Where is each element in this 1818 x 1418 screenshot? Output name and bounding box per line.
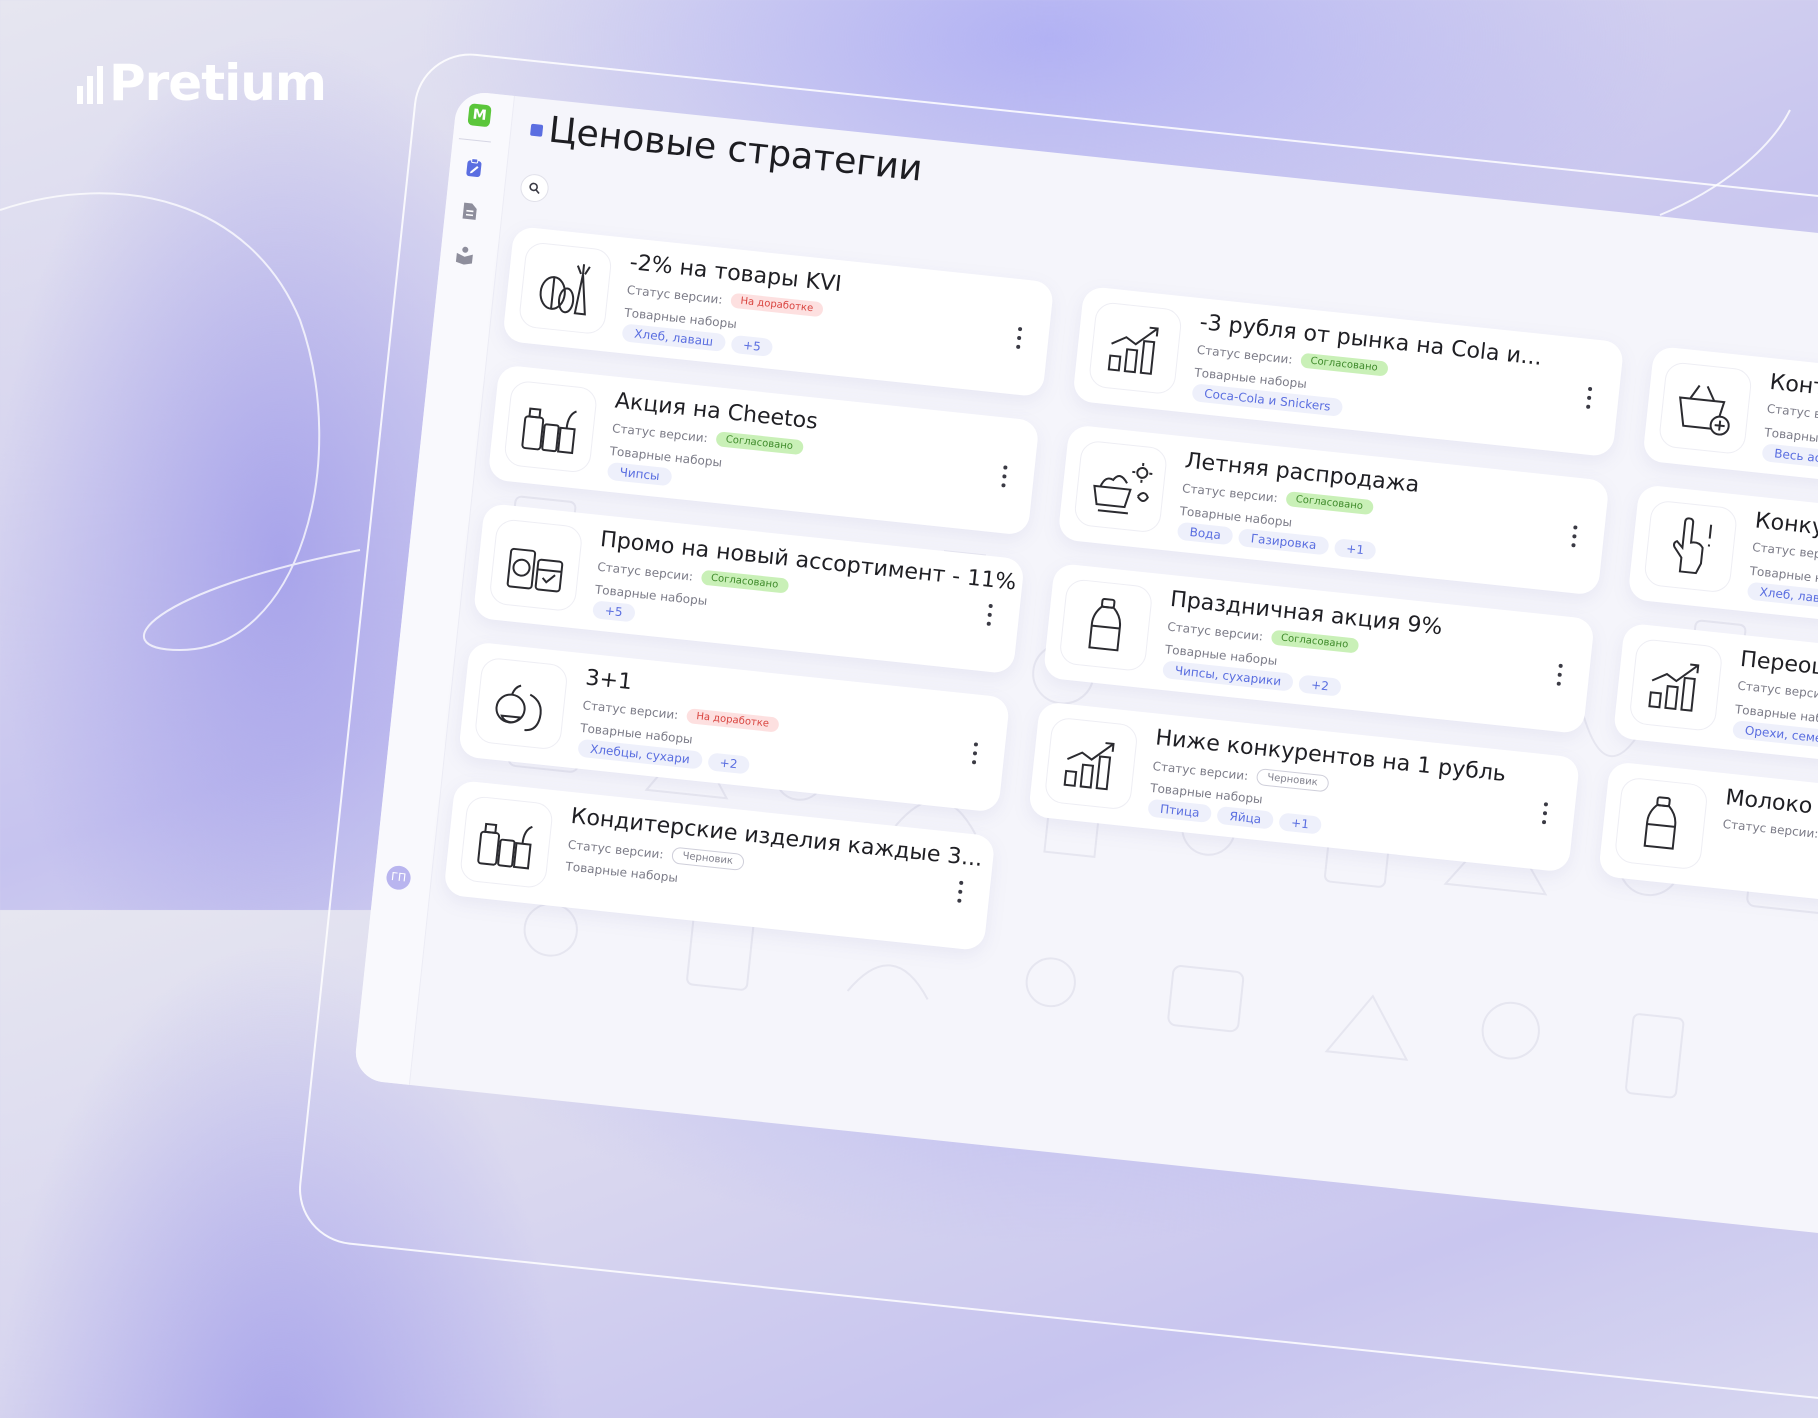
status-label: Статус версии:: [1151, 758, 1249, 783]
growth-chart-icon: [1087, 301, 1183, 396]
brand-bars-icon: [77, 58, 103, 108]
status-badge: Согласовано: [700, 569, 790, 594]
product-set-chip[interactable]: Хлеб, лаваш: [1746, 581, 1818, 611]
more-sets-chip[interactable]: +5: [730, 334, 774, 357]
card-title: Конт: [1768, 370, 1818, 401]
product-set-chip[interactable]: Вода: [1176, 521, 1234, 546]
status-label: Статус версии:: [1166, 619, 1264, 644]
strategy-card[interactable]: -3 рубля от рынка на Cola и... Статус ве…: [1072, 285, 1625, 458]
more-sets-chip[interactable]: +2: [706, 752, 751, 775]
product-set-chip[interactable]: Орехи, семечк: [1731, 720, 1818, 751]
search-button[interactable]: [519, 172, 551, 204]
canned-food-icon: [488, 518, 584, 613]
card-chips: Хлебцы, сухари +2: [577, 738, 751, 775]
status-label: Статус версии:: [582, 697, 680, 722]
status-badge: Согласовано: [1284, 491, 1374, 516]
user-avatar[interactable]: ГП: [385, 864, 412, 891]
card-chips: Птица Яйца +1: [1147, 798, 1322, 835]
reader-icon[interactable]: [454, 244, 476, 266]
product-set-chip[interactable]: Газировка: [1237, 528, 1330, 556]
status-badge: Черновик: [1255, 767, 1330, 793]
more-options-button[interactable]: [1554, 663, 1566, 686]
card-chips: Орехи, семечк: [1731, 720, 1818, 751]
bottle-icon: [1058, 578, 1154, 673]
more-sets-chip[interactable]: +1: [1333, 538, 1378, 561]
more-options-button[interactable]: [1583, 386, 1595, 409]
bottle-icon: [1613, 776, 1709, 871]
basket-plus-icon: [1657, 361, 1753, 456]
more-options-button[interactable]: [954, 880, 966, 903]
more-options-button[interactable]: [1013, 326, 1025, 350]
status-badge: Согласовано: [714, 431, 804, 456]
card-chips: Coca-Cola и Snickers: [1191, 383, 1344, 417]
status-badge: Согласовано: [1299, 352, 1389, 377]
more-options-button[interactable]: [984, 603, 996, 626]
more-options-button[interactable]: [1539, 802, 1551, 825]
card-status: Статус версии:: [1722, 817, 1818, 841]
product-set-chip[interactable]: Птица: [1147, 798, 1213, 824]
status-badge: Согласовано: [1270, 629, 1360, 654]
card-chips: Весь асс: [1761, 443, 1818, 470]
strategy-card[interactable]: -2% на товары KVI Статус версии: На дора…: [502, 225, 1055, 398]
card-status: Статус версии:: [1766, 402, 1818, 426]
card-title: 3+1: [584, 665, 634, 696]
app-logo[interactable]: M: [467, 103, 492, 128]
more-options-button[interactable]: [1568, 525, 1580, 548]
finger-exclamation-icon: [1643, 499, 1739, 594]
card-chips: Чипсы, сухарики +2: [1161, 660, 1342, 697]
status-label: Статус версии:: [1736, 678, 1818, 703]
summer-basket-icon: [1073, 439, 1169, 534]
growth-chart-icon: [1628, 637, 1724, 733]
more-options-button[interactable]: [998, 465, 1010, 488]
document-icon[interactable]: [458, 200, 480, 222]
search-icon: [529, 182, 540, 195]
more-sets-chip[interactable]: +2: [1298, 674, 1342, 697]
fruits-icon: [473, 656, 569, 751]
status-label: Статус версии:: [1722, 817, 1818, 841]
brand-logo: Pretium: [77, 54, 327, 112]
vegetables-icon: [517, 241, 613, 336]
status-label: Статус версии:: [567, 837, 665, 862]
card-status: Статус версии:: [1737, 679, 1818, 703]
sidebar-divider: [458, 138, 491, 143]
clipboard-edit-icon[interactable]: [463, 157, 485, 179]
status-label: Статус версии:: [611, 420, 709, 445]
more-sets-chip[interactable]: +1: [1278, 812, 1322, 835]
brand-name: Pretium: [109, 54, 327, 112]
app-screen: M ГП Ценовые стратегии -2% на товары KVI: [352, 90, 1818, 1248]
product-set-chip[interactable]: Весь асс: [1761, 443, 1818, 470]
card-chips: Чипсы: [606, 461, 673, 487]
more-options-button[interactable]: [969, 742, 981, 765]
growth-chart-icon: [1043, 716, 1139, 811]
card-title: Конкур: [1753, 508, 1818, 542]
status-label: Статус версии:: [1751, 540, 1818, 564]
status-label: Статус версии:: [1181, 480, 1279, 505]
status-badge: На доработке: [685, 708, 780, 733]
status-badge: Черновик: [670, 846, 745, 871]
more-sets-chip[interactable]: +5: [591, 600, 636, 623]
status-label: Статус версии:: [1766, 401, 1818, 426]
grocery-products-icon: [458, 795, 555, 890]
card-chips: +5: [591, 600, 636, 623]
status-label: Статус версии:: [626, 282, 724, 307]
status-badge: На доработке: [729, 292, 824, 318]
product-set-chip[interactable]: Coca-Cola и Snickers: [1191, 383, 1344, 417]
grocery-products-icon: [503, 379, 599, 474]
product-set-chip[interactable]: Чипсы: [606, 461, 673, 487]
status-label: Статус версии:: [1196, 342, 1294, 367]
card-chips: Хлеб, лаваш +5: [621, 323, 774, 357]
status-label: Статус версии:: [596, 559, 694, 584]
card-chips: Хлеб, лаваш: [1746, 581, 1818, 611]
card-status: Статус версии:: [1752, 540, 1818, 564]
title-marker-icon: [530, 123, 544, 137]
product-set-chip[interactable]: Яйца: [1216, 805, 1275, 830]
card-title: Переоце: [1739, 646, 1818, 683]
sets-label: Товарные наборы: [564, 859, 679, 886]
